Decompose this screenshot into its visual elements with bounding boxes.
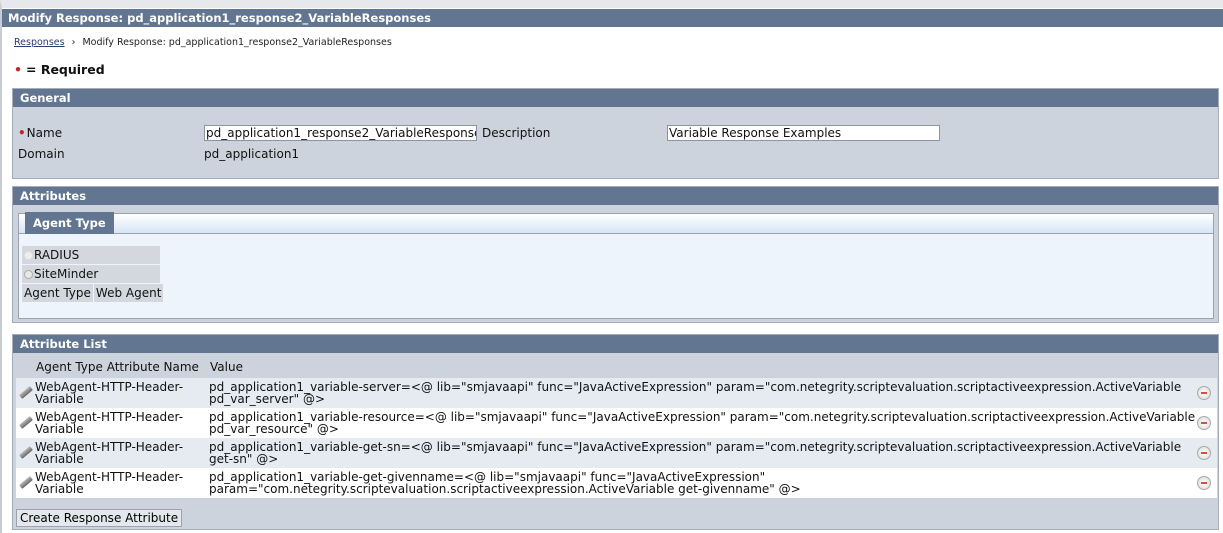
domain-label: Domain xyxy=(18,147,65,161)
attribute-row: WebAgent-HTTP-Header-Variable pd_applica… xyxy=(16,438,1217,468)
domain-value: pd_application1 xyxy=(204,147,300,161)
breadcrumb-responses-link[interactable]: Responses xyxy=(14,37,65,48)
agent-type-box: Agent Type RADIUS SiteMinder Agent Type W… xyxy=(18,212,1214,319)
required-label: = Required xyxy=(26,62,105,77)
attribute-name: WebAgent-HTTP-Header-Variable xyxy=(35,410,184,436)
agent-type-grid: RADIUS SiteMinder Agent Type Web Agent xyxy=(22,246,164,303)
attribute-value: pd_application1_variable-resource=<@ lib… xyxy=(209,410,1196,436)
attribute-value: pd_application1_variable-get-givenname=<… xyxy=(209,470,801,496)
agent-type-value: Web Agent xyxy=(93,284,164,302)
attribute-row: WebAgent-HTTP-Header-Variable pd_applica… xyxy=(16,468,1217,498)
create-response-attribute-button[interactable]: Create Response Attribute xyxy=(16,509,183,527)
attribute-row: WebAgent-HTTP-Header-Variable pd_applica… xyxy=(16,378,1217,408)
breadcrumb-current: Modify Response: pd_application1_respons… xyxy=(82,37,392,48)
remove-minus-icon[interactable] xyxy=(1197,476,1211,490)
name-input[interactable]: pd_application1_response2_VariableRespon… xyxy=(204,125,477,141)
description-label: Description xyxy=(482,126,551,140)
attribute-row: WebAgent-HTTP-Header-Variable pd_applica… xyxy=(16,408,1217,438)
attribute-list-panel: Attribute List Agent Type Attribute Name… xyxy=(12,334,1219,530)
attributes-panel: Attributes Agent Type RADIUS SiteMinder … xyxy=(12,186,1219,323)
attribute-name: WebAgent-HTTP-Header-Variable xyxy=(35,470,184,496)
radius-option[interactable]: RADIUS xyxy=(22,246,160,264)
siteminder-label: SiteMinder xyxy=(34,267,99,281)
attribute-list-header: Attribute List xyxy=(13,335,1218,353)
attributes-header: Attributes xyxy=(13,187,1218,205)
attribute-name: WebAgent-HTTP-Header-Variable xyxy=(35,380,184,406)
edit-pencil-icon[interactable] xyxy=(19,386,33,399)
name-label-text: Name xyxy=(26,126,63,140)
siteminder-option[interactable]: SiteMinder xyxy=(22,265,160,283)
general-panel: General •Name pd_application1_response2_… xyxy=(12,88,1219,179)
remove-minus-icon[interactable] xyxy=(1197,416,1211,430)
remove-minus-icon[interactable] xyxy=(1197,386,1211,400)
required-marker: • xyxy=(18,126,26,140)
general-header: General xyxy=(13,89,1218,107)
attribute-name: WebAgent-HTTP-Header-Variable xyxy=(35,440,184,466)
description-input[interactable]: Variable Response Examples xyxy=(667,125,940,141)
remove-minus-icon[interactable] xyxy=(1197,446,1211,460)
page-title: Modify Response: pd_application1_respons… xyxy=(2,9,1223,27)
tab-agent-type[interactable]: Agent Type xyxy=(25,212,114,234)
radius-label: RADIUS xyxy=(34,248,80,262)
edit-pencil-icon[interactable] xyxy=(19,416,33,429)
edit-pencil-icon[interactable] xyxy=(19,476,33,489)
agent-type-tabbar xyxy=(19,214,1213,234)
column-header-name: Agent Type Attribute Name xyxy=(36,360,199,374)
breadcrumb: Responses › Modify Response: pd_applicat… xyxy=(14,37,392,48)
attribute-value: pd_application1_variable-server=<@ lib="… xyxy=(209,380,1182,406)
edit-pencil-icon[interactable] xyxy=(19,446,33,459)
column-header-value: Value xyxy=(210,360,243,374)
name-label: •Name xyxy=(18,126,62,140)
attribute-value: pd_application1_variable-get-sn=<@ lib="… xyxy=(209,440,1182,466)
breadcrumb-separator: › xyxy=(71,37,76,48)
radius-radio-icon[interactable] xyxy=(24,251,33,260)
agent-type-label: Agent Type xyxy=(22,284,93,302)
required-legend: • = Required xyxy=(14,62,105,77)
siteminder-radio-icon[interactable] xyxy=(24,270,33,279)
required-marker: • xyxy=(14,62,22,77)
